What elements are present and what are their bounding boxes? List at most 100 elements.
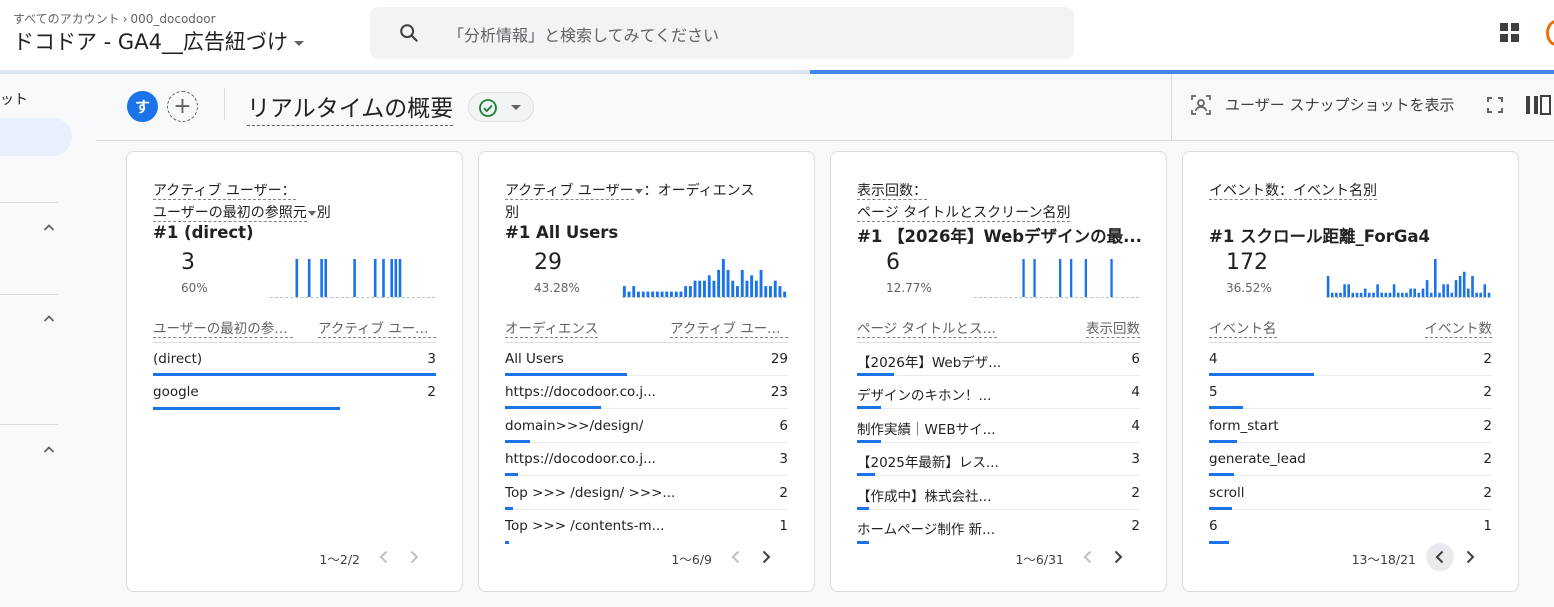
page-title: リアルタイムの概要 bbox=[247, 89, 454, 126]
table-row[interactable]: form_start 2 bbox=[1209, 410, 1492, 443]
sparkline-chart bbox=[622, 252, 787, 298]
table-row[interactable]: 52 bbox=[1209, 376, 1492, 410]
sparkline-bar bbox=[1359, 292, 1363, 297]
card-top-value: 172 bbox=[1226, 250, 1268, 275]
sparkline-bar bbox=[688, 286, 692, 297]
nav-divider bbox=[0, 294, 58, 295]
card-title-metric[interactable]: イベント数 bbox=[1209, 183, 1279, 200]
column-header-dimension[interactable]: ユーザーの最初の参照元 bbox=[153, 317, 293, 338]
search-bar[interactable]: 「分析情報」と検索してみてください bbox=[370, 7, 1074, 59]
sparkline-bar bbox=[1401, 292, 1404, 297]
previous-page-icon[interactable] bbox=[726, 547, 746, 567]
column-header-dimension[interactable]: ページ タイトルとスクリーン名 bbox=[857, 317, 997, 338]
table-row[interactable]: デザインのキホン！... 4 bbox=[857, 376, 1140, 410]
card-title-metric[interactable]: アクティブ ユーザー： bbox=[153, 183, 296, 200]
next-page-icon[interactable] bbox=[1460, 547, 1480, 567]
sparkline-bar bbox=[1446, 284, 1449, 297]
sparkline-bar bbox=[398, 259, 402, 297]
breadcrumb-all-accounts[interactable]: すべてのアカウント bbox=[13, 12, 120, 26]
card-top-value: 29 bbox=[534, 250, 562, 275]
search-icon bbox=[400, 24, 419, 43]
caret-down-icon bbox=[511, 105, 521, 110]
table-row[interactable]: 42 bbox=[1209, 343, 1492, 376]
sparkline-bar bbox=[764, 286, 768, 297]
column-header-metric[interactable]: 表示回数 bbox=[1086, 317, 1140, 338]
table-header: ユーザーの最初の参照元 アクティブ ユーザー bbox=[153, 315, 436, 343]
column-header-metric[interactable]: アクティブ ユーザー bbox=[318, 317, 436, 338]
card-title-dimension[interactable]: ：イベント名別 bbox=[1279, 183, 1377, 200]
sparkline-bar bbox=[1475, 292, 1478, 297]
next-page-icon[interactable] bbox=[756, 547, 776, 567]
card-top-item: #1 【2026年】Webデザインの最... bbox=[857, 227, 1142, 246]
sparkline-bar bbox=[778, 286, 782, 297]
sparkline-bar bbox=[1458, 275, 1462, 297]
column-header-metric[interactable]: イベント数 bbox=[1424, 317, 1492, 338]
add-comparison-button[interactable]: + bbox=[167, 91, 198, 122]
card-title-dimension[interactable]: ：オーディエンス bbox=[644, 183, 755, 199]
table-row[interactable]: domain>>>/design/6 bbox=[505, 410, 788, 443]
card-top-item: #1 All Users bbox=[505, 223, 619, 242]
breadcrumb[interactable]: すべてのアカウント › 000_docodoor bbox=[13, 10, 216, 27]
table-row[interactable]: https://docodoor.co.j... 23 bbox=[505, 376, 788, 410]
sparkline-bar bbox=[1425, 280, 1429, 297]
row-value: 1 bbox=[1483, 518, 1492, 534]
table-row[interactable]: https://docodoor.co.j... 3 bbox=[505, 443, 788, 477]
card-views-by-page-title: 表示回数： ページ タイトルとスクリーン名別 #1 【2026年】Webデザイン… bbox=[830, 151, 1167, 592]
property-name: ドコドア - GA4__広告紐づけ bbox=[13, 30, 288, 54]
column-header-dimension[interactable]: オーディエンス bbox=[505, 317, 599, 338]
status-dropdown[interactable] bbox=[468, 92, 534, 122]
property-selector[interactable]: ドコドア - GA4__広告紐づけ bbox=[13, 26, 304, 56]
user-snapshot-icon[interactable] bbox=[1190, 94, 1212, 116]
table-row[interactable]: 【2025年最新】レス... 3 bbox=[857, 443, 1140, 477]
card-title-dimension[interactable]: ユーザーの最初の参照元 bbox=[153, 205, 307, 222]
table-row[interactable]: Top >>> /design/ >>>... 2 bbox=[505, 477, 788, 510]
card-active-users-by-audience: アクティブ ユーザー ：オーディエンス 別 #1 All Users 29 43.… bbox=[478, 151, 815, 592]
table-row[interactable]: All Users 29 bbox=[505, 343, 788, 376]
apps-grid-icon[interactable] bbox=[1500, 23, 1520, 43]
sparkline-bar bbox=[740, 269, 744, 297]
table-row[interactable]: google 2 bbox=[153, 376, 436, 411]
segment-avatar[interactable]: す bbox=[127, 91, 158, 122]
card-title-metric[interactable]: 表示回数： bbox=[857, 183, 927, 200]
chevron-up-icon[interactable] bbox=[43, 222, 55, 234]
nav-item-selected[interactable] bbox=[0, 118, 72, 156]
table-row[interactable]: 【作成中】株式会社... 2 bbox=[857, 477, 1140, 510]
chevron-up-icon[interactable] bbox=[43, 444, 55, 456]
pagination-label: 1〜6/31 bbox=[1015, 552, 1064, 567]
report-toolbar: ユーザー スナップショットを表示 bbox=[1171, 74, 1554, 140]
column-header-metric[interactable]: アクティブ ユーザー bbox=[670, 317, 788, 338]
row-label: Top >>> /design/ >>>... bbox=[505, 484, 676, 501]
nav-item-label[interactable]: ット bbox=[0, 89, 28, 109]
breadcrumb-account[interactable]: 000_docodoor bbox=[131, 12, 216, 26]
card-title-dimension[interactable]: ページ タイトルとスクリーン名別 bbox=[857, 205, 1071, 222]
table-row[interactable]: Top >>> /contents-m... 1 bbox=[505, 510, 788, 544]
sparkline-bar bbox=[754, 280, 758, 297]
row-value: 3 bbox=[427, 351, 436, 367]
fullscreen-icon[interactable] bbox=[1485, 95, 1505, 115]
table-row[interactable]: 【2026年】Webデザ... 6 bbox=[857, 343, 1140, 376]
caret-down-icon[interactable] bbox=[307, 210, 316, 216]
table-row[interactable]: 制作実績｜WEBサイ... 4 bbox=[857, 410, 1140, 443]
previous-page-icon[interactable] bbox=[1426, 543, 1454, 571]
table-row[interactable]: scroll 2 bbox=[1209, 477, 1492, 510]
chevron-up-icon[interactable] bbox=[43, 313, 55, 325]
column-layout-icon[interactable] bbox=[1525, 93, 1551, 117]
row-label: 5 bbox=[1209, 384, 1218, 401]
previous-page-icon[interactable] bbox=[374, 547, 394, 567]
account-avatar[interactable] bbox=[1546, 20, 1554, 46]
row-value: 23 bbox=[770, 384, 788, 401]
table-row[interactable]: generate_lead 2 bbox=[1209, 443, 1492, 477]
table-header: ページ タイトルとスクリーン名 表示回数 bbox=[857, 315, 1140, 343]
next-page-icon[interactable] bbox=[1108, 547, 1128, 567]
next-page-icon[interactable] bbox=[404, 547, 424, 567]
user-snapshot-button[interactable]: ユーザー スナップショットを表示 bbox=[1225, 94, 1454, 115]
sparkline-bar bbox=[750, 275, 754, 297]
table-row[interactable]: 61 bbox=[1209, 510, 1492, 544]
table-row[interactable]: ホームページ制作 新... 2 bbox=[857, 510, 1140, 544]
table-row[interactable]: (direct) 3 bbox=[153, 343, 436, 376]
column-header-dimension[interactable]: イベント名 bbox=[1209, 317, 1277, 338]
sparkline-bar bbox=[783, 291, 787, 297]
card-title-metric[interactable]: アクティブ ユーザー bbox=[505, 183, 634, 200]
caret-down-icon[interactable] bbox=[634, 188, 643, 194]
previous-page-icon[interactable] bbox=[1078, 547, 1098, 567]
